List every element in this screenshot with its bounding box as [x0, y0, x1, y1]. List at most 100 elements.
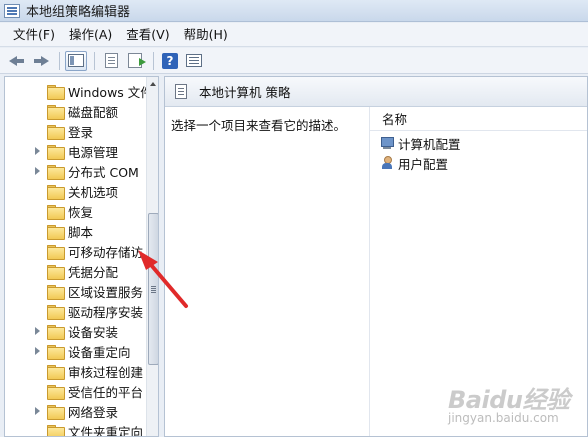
folder-icon — [47, 404, 65, 420]
folder-icon — [47, 424, 65, 436]
tree-item[interactable]: 受信任的平台 — [5, 381, 143, 401]
folder-icon — [47, 364, 65, 380]
scrollbar-thumb[interactable] — [148, 213, 158, 365]
show-hide-tree-button[interactable] — [65, 50, 87, 71]
menu-bar: 文件(F) 操作(A) 查看(V) 帮助(H) — [0, 23, 588, 47]
folder-icon — [47, 144, 65, 160]
folder-icon — [47, 344, 65, 360]
tree-item-label: 驱动程序安装 — [68, 304, 144, 320]
folder-icon — [47, 224, 65, 240]
folder-icon — [47, 304, 65, 320]
tree-item-label: 分布式 COM — [68, 164, 139, 180]
folder-icon — [47, 124, 65, 140]
tree-item[interactable]: 区域设置服务 — [5, 281, 143, 301]
menu-file[interactable]: 文件(F) — [6, 24, 62, 46]
policy-editor-icon — [4, 3, 20, 18]
tree-item-label: 脚本 — [68, 224, 94, 240]
expand-arrow-icon[interactable] — [33, 146, 43, 156]
tree-item[interactable]: 审核过程创建 — [5, 361, 143, 381]
tree-item-label: 区域设置服务 — [68, 284, 144, 300]
list-item-user-config[interactable]: 用户配置 — [380, 153, 448, 173]
tree-item-label: 设备安装 — [68, 324, 119, 340]
menu-view[interactable]: 查看(V) — [119, 24, 176, 46]
properties-icon — [104, 53, 118, 68]
folder-icon — [47, 164, 65, 180]
folder-icon — [47, 204, 65, 220]
properties-button[interactable] — [100, 51, 122, 71]
window-title: 本地组策略编辑器 — [26, 5, 131, 20]
tree-item[interactable]: 设备重定向 — [5, 341, 131, 361]
details-header: 本地计算机 策略 — [165, 77, 587, 107]
column-header-label: 名称 — [382, 112, 408, 127]
forward-arrow-icon — [33, 55, 49, 67]
list-item-computer-config[interactable]: 计算机配置 — [380, 133, 461, 153]
tree-item-label: 登录 — [68, 124, 94, 140]
tree-item-label: 设备重定向 — [68, 344, 131, 360]
description-text: 选择一个项目来查看它的描述。 — [171, 118, 347, 133]
user-config-icon — [380, 156, 394, 170]
tree-item-label: 关机选项 — [68, 184, 119, 200]
menu-action[interactable]: 操作(A) — [62, 24, 119, 46]
tree-item-label: 可移动存储访 — [68, 244, 144, 260]
tree-item[interactable]: 驱动程序安装 — [5, 301, 143, 321]
tree-item[interactable]: 网络登录 — [5, 401, 118, 421]
grip-icon — [151, 286, 156, 287]
toolbar-separator — [59, 51, 60, 70]
tree-item-label: 磁盘配额 — [68, 104, 119, 120]
tree-item-label: 电源管理 — [68, 144, 119, 160]
expand-arrow-icon[interactable] — [33, 326, 43, 336]
tree-item-label: 受信任的平台 — [68, 384, 144, 400]
tree-item[interactable]: 磁盘配额 — [5, 101, 118, 121]
export-icon — [128, 53, 146, 68]
title-bar: 本地组策略编辑器 — [0, 0, 588, 22]
tree-item-label: 凭据分配 — [68, 264, 119, 280]
folder-icon — [47, 324, 65, 340]
tree-item-label: 文件夹重定向 — [68, 424, 144, 437]
computer-config-icon — [380, 136, 394, 150]
tree-item[interactable]: 可移动存储访 — [5, 241, 143, 261]
export-list-button[interactable] — [124, 51, 146, 71]
list-item-label: 用户配置 — [398, 156, 449, 172]
tree-item[interactable]: 恢复 — [5, 201, 93, 221]
list-item-label: 计算机配置 — [398, 136, 461, 152]
tree-item-label: 审核过程创建 — [68, 364, 144, 380]
folder-icon — [47, 264, 65, 280]
tree-item-label: Windows 文件 — [68, 84, 153, 100]
tree-scrollbar[interactable] — [146, 77, 158, 436]
back-button[interactable] — [6, 51, 28, 71]
folder-icon — [47, 184, 65, 200]
tree-item[interactable]: 登录 — [5, 121, 93, 141]
baidu-watermark: Baidu经验 jingyan.baidu.com — [448, 380, 584, 432]
column-header-name[interactable]: 名称 — [370, 107, 587, 131]
scroll-up-icon[interactable] — [147, 77, 158, 91]
folder-icon — [47, 84, 65, 100]
tree-item[interactable]: 电源管理 — [5, 141, 118, 161]
toolbar-separator — [153, 51, 154, 70]
console-tree-icon — [68, 54, 84, 67]
tree-item[interactable]: Windows 文件 — [5, 81, 153, 101]
expand-arrow-icon[interactable] — [33, 346, 43, 356]
tree-item[interactable]: 脚本 — [5, 221, 93, 241]
watermark-logo: Baidu经验 — [448, 386, 570, 414]
expand-arrow-icon[interactable] — [33, 166, 43, 176]
tree-item[interactable]: 设备安装 — [5, 321, 118, 341]
tree-item[interactable]: 凭据分配 — [5, 261, 118, 281]
tree-item[interactable]: 分布式 COM — [5, 161, 139, 181]
tree-item[interactable]: 关机选项 — [5, 181, 118, 201]
forward-button[interactable] — [30, 51, 52, 71]
tree-item-label: 恢复 — [68, 204, 94, 220]
help-button[interactable]: ? — [159, 51, 181, 71]
tree-item-label: 网络登录 — [68, 404, 119, 420]
back-arrow-icon — [9, 55, 25, 67]
menu-help[interactable]: 帮助(H) — [177, 24, 235, 46]
help-icon: ? — [162, 52, 178, 69]
column-divider — [369, 107, 370, 436]
toolbar: ? — [0, 48, 588, 74]
filter-button[interactable] — [183, 51, 205, 71]
details-title: 本地计算机 策略 — [199, 85, 291, 100]
folder-icon — [47, 104, 65, 120]
expand-arrow-icon[interactable] — [33, 406, 43, 416]
console-tree: Windows 文件 磁盘配额登录电源管理分布式 COM 关机选项恢复脚本可移动存储… — [4, 76, 159, 437]
tree-item[interactable]: 文件夹重定向 — [5, 421, 144, 437]
toolbar-separator — [94, 51, 95, 70]
